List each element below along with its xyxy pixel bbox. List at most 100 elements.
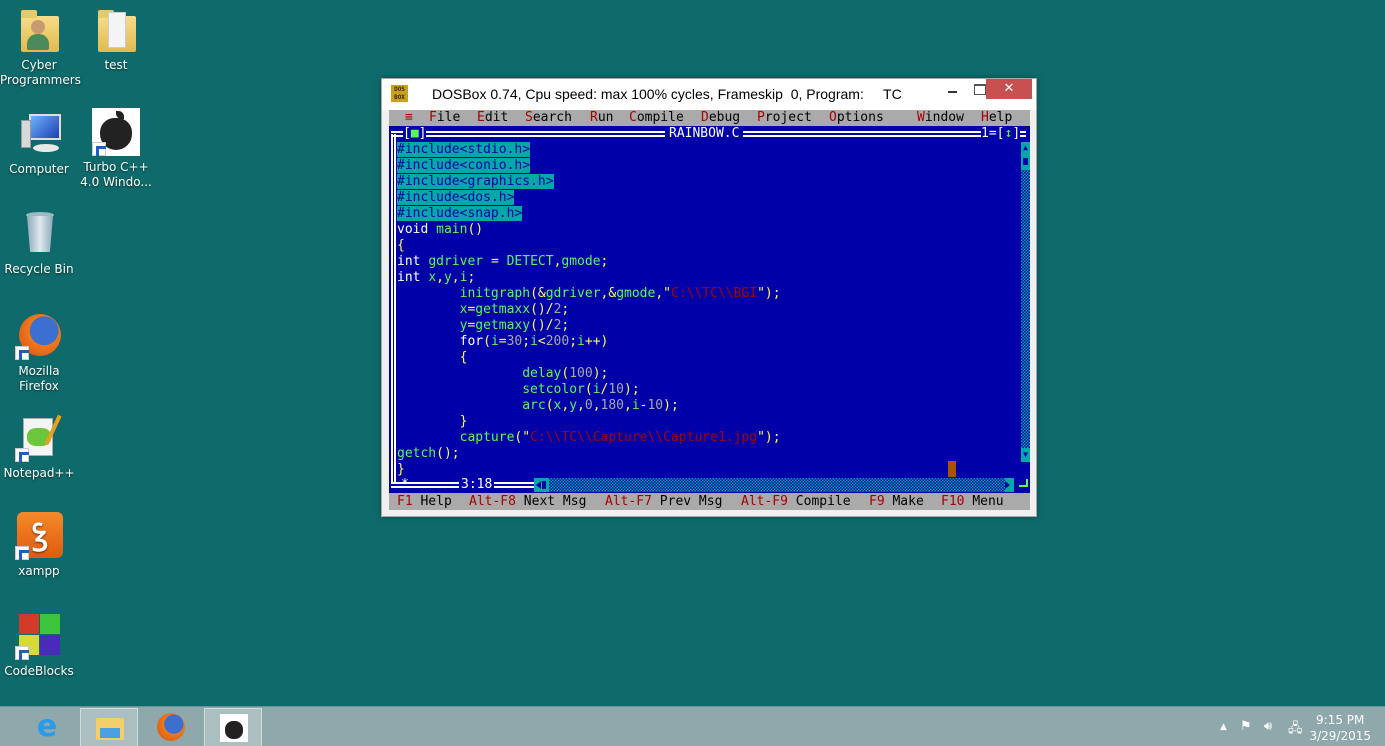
clock-date: 3/29/2015 bbox=[1309, 729, 1371, 743]
dos-screen[interactable]: ≡ File Edit Search Run Compile Debug Pro… bbox=[389, 110, 1030, 510]
taskbar-internet-explorer[interactable]: e bbox=[18, 708, 76, 746]
menu-debug[interactable]: Debug bbox=[701, 110, 740, 126]
desktop-icon-cyber-programmers[interactable]: Cyber Programmers bbox=[0, 6, 81, 88]
desktop-icon-label: Computer bbox=[9, 162, 69, 176]
code-line[interactable]: capture("C:\\TC\\Capture\\Capture1.jpg")… bbox=[397, 430, 1017, 446]
minimize-button[interactable] bbox=[939, 79, 965, 99]
firefox-icon bbox=[15, 312, 63, 360]
resize-corner[interactable] bbox=[1019, 479, 1028, 487]
desktop-icon-label: xampp bbox=[18, 564, 60, 578]
taskbar-dosbox[interactable] bbox=[204, 708, 262, 746]
menu-edit[interactable]: Edit bbox=[477, 110, 508, 126]
folder-icon bbox=[92, 6, 140, 54]
vertical-scroll-thumb[interactable] bbox=[1021, 154, 1030, 170]
code-line[interactable]: #include<snap.h> bbox=[397, 206, 1017, 222]
code-line[interactable]: int gdriver = DETECT,gmode; bbox=[397, 254, 1017, 270]
code-line[interactable]: #include<conio.h> bbox=[397, 158, 1017, 174]
code-line[interactable]: } bbox=[397, 462, 1017, 478]
dosbox-logo-icon: DOS BOX bbox=[391, 85, 408, 102]
turbo-cpp-icon bbox=[220, 714, 248, 742]
code-line[interactable]: int x,y,i; bbox=[397, 270, 1017, 286]
code-line[interactable]: { bbox=[397, 350, 1017, 366]
desktop-icon-label: CodeBlocks bbox=[4, 664, 74, 678]
close-icon: ✕ bbox=[1003, 81, 1015, 96]
code-line[interactable]: } bbox=[397, 414, 1017, 430]
user-folder-icon bbox=[15, 6, 63, 54]
menu-compile[interactable]: Compile bbox=[629, 110, 684, 126]
system-clock[interactable]: 9:15 PM 3/29/2015 bbox=[1309, 712, 1371, 744]
editor-close-box[interactable]: [■] bbox=[403, 126, 427, 142]
code-line[interactable]: #include<dos.h> bbox=[397, 190, 1017, 206]
desktop-icon-xampp[interactable]: ꝣ xampp bbox=[0, 512, 78, 579]
horizontal-scrollbar[interactable] bbox=[534, 478, 1014, 492]
editor-window-number[interactable]: 1=[↕] bbox=[981, 126, 1021, 142]
code-line[interactable]: void main() bbox=[397, 222, 1017, 238]
editor-file-title: RAINBOW.C bbox=[665, 126, 744, 142]
code-line[interactable]: for(i=30;i<200;i++) bbox=[397, 334, 1017, 350]
network-icon[interactable]: 🖧︎ bbox=[1288, 719, 1303, 741]
tc-statusbar: F1 Help Alt-F8 Next Msg Alt-F7 Prev Msg … bbox=[389, 493, 1030, 510]
window-title: DOSBox 0.74, Cpu speed: max 100% cycles,… bbox=[432, 86, 902, 102]
vertical-scrollbar[interactable]: ▲ ▼ bbox=[1021, 142, 1030, 462]
code-line[interactable]: setcolor(i/10); bbox=[397, 382, 1017, 398]
code-line[interactable]: getch(); bbox=[397, 446, 1017, 462]
code-line[interactable]: y=getmaxy()/2; bbox=[397, 318, 1017, 334]
window-titlebar[interactable]: DOS BOX DOSBox 0.74, Cpu speed: max 100% … bbox=[382, 79, 1036, 110]
show-hidden-icons-button[interactable]: ▲ bbox=[1220, 722, 1227, 732]
menu-file[interactable]: File bbox=[429, 110, 460, 126]
cursor-position: 3:18 bbox=[459, 477, 495, 493]
action-center-flag-icon[interactable]: ⚑ bbox=[1240, 719, 1252, 734]
volume-icon[interactable]: 🔊︎ bbox=[1264, 719, 1272, 734]
menu-run[interactable]: Run bbox=[590, 110, 613, 126]
scroll-right-arrow-icon[interactable] bbox=[1005, 478, 1014, 492]
desktop-icon-test[interactable]: test bbox=[77, 6, 155, 73]
desktop-icon-computer[interactable]: Computer bbox=[0, 110, 78, 177]
desktop-icon-label: Programmers bbox=[0, 73, 81, 87]
status-make[interactable]: F9 Make bbox=[869, 493, 924, 510]
menu-window[interactable]: Window bbox=[917, 110, 964, 126]
status-next-msg[interactable]: Alt-F8 Next Msg bbox=[469, 493, 586, 510]
code-line[interactable]: { bbox=[397, 238, 1017, 254]
desktop-icon-codeblocks[interactable]: CodeBlocks bbox=[0, 612, 78, 679]
code-line[interactable]: x=getmaxx()/2; bbox=[397, 302, 1017, 318]
xampp-icon: ꝣ bbox=[15, 512, 63, 560]
scroll-up-arrow-icon[interactable]: ▲ bbox=[1021, 142, 1030, 154]
file-explorer-icon bbox=[96, 714, 124, 742]
desktop-icon-turbo-cpp[interactable]: Turbo C++ 4.0 Windo... bbox=[77, 108, 155, 190]
taskbar-firefox[interactable] bbox=[142, 708, 200, 746]
status-menu[interactable]: F10 Menu bbox=[941, 493, 1004, 510]
menu-help[interactable]: Help bbox=[981, 110, 1012, 126]
desktop-icon-label: Firefox bbox=[19, 379, 59, 393]
menu-search[interactable]: Search bbox=[525, 110, 572, 126]
text-cursor bbox=[948, 461, 956, 477]
menu-options[interactable]: Options bbox=[829, 110, 884, 126]
desktop-icon-label: test bbox=[104, 58, 128, 72]
scroll-down-arrow-icon[interactable]: ▼ bbox=[1021, 448, 1030, 462]
status-help[interactable]: F1 Help bbox=[397, 493, 452, 510]
desktop-icon-firefox[interactable]: Mozilla Firefox bbox=[0, 312, 78, 394]
code-line[interactable]: #include<stdio.h> bbox=[397, 142, 1017, 158]
desktop-icon-recycle-bin[interactable]: Recycle Bin bbox=[0, 210, 78, 277]
code-editor[interactable]: #include<stdio.h> #include<conio.h> #inclu… bbox=[397, 142, 1017, 478]
code-line[interactable]: initgraph(&gdriver,&gmode,"C:\\TC\\BGI")… bbox=[397, 286, 1017, 302]
clock-time: 9:15 PM bbox=[1316, 713, 1365, 727]
desktop-icon-notepadpp[interactable]: Notepad++ bbox=[0, 414, 78, 481]
close-button[interactable]: ✕ bbox=[986, 79, 1032, 99]
dosbox-window[interactable]: DOS BOX DOSBox 0.74, Cpu speed: max 100% … bbox=[381, 78, 1037, 517]
taskbar-file-explorer[interactable] bbox=[80, 708, 138, 746]
menu-system[interactable]: ≡ bbox=[405, 110, 413, 126]
code-line[interactable]: delay(100); bbox=[397, 366, 1017, 382]
menu-project[interactable]: Project bbox=[757, 110, 812, 126]
code-line[interactable]: arc(x,y,0,180,i-10); bbox=[397, 398, 1017, 414]
status-prev-msg[interactable]: Alt-F7 Prev Msg bbox=[605, 493, 722, 510]
desktop-icon-label: Recycle Bin bbox=[4, 262, 74, 276]
turbo-cpp-shortcut-icon bbox=[92, 108, 140, 156]
firefox-icon bbox=[157, 713, 185, 741]
recycle-bin-icon bbox=[15, 210, 63, 258]
status-compile[interactable]: Alt-F9 Compile bbox=[741, 493, 851, 510]
desktop-icon-label: 4.0 Windo... bbox=[80, 175, 152, 189]
code-line[interactable]: #include<graphics.h> bbox=[397, 174, 1017, 190]
notepadpp-icon bbox=[15, 414, 63, 462]
scroll-left-arrow-icon[interactable] bbox=[534, 478, 549, 492]
tc-menubar: ≡ File Edit Search Run Compile Debug Pro… bbox=[389, 110, 1030, 126]
